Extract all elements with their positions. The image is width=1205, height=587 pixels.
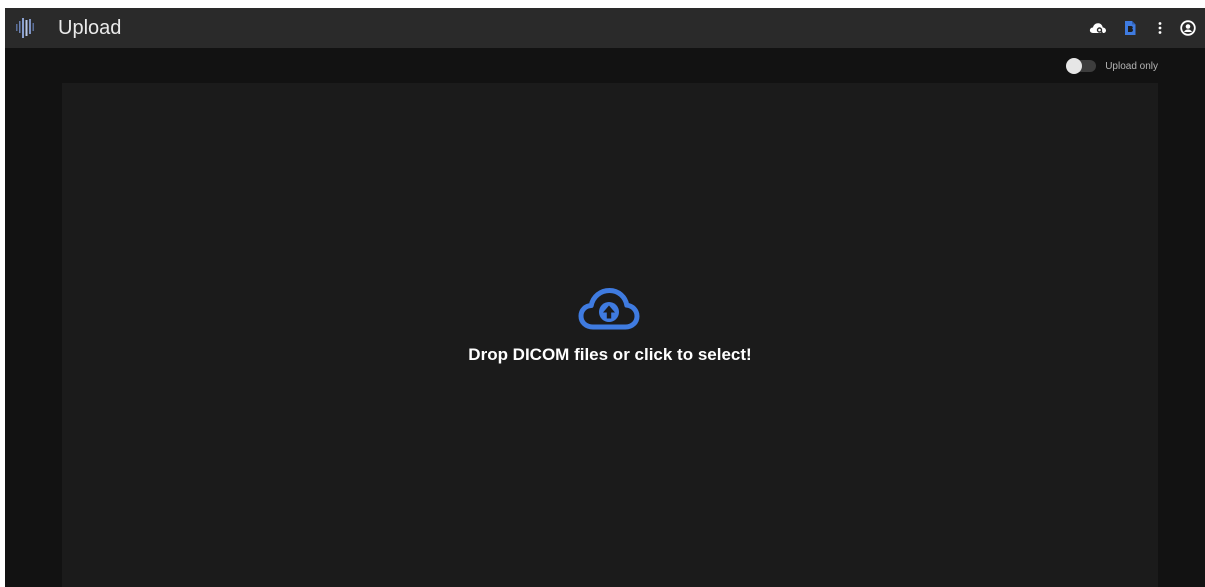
upload-only-toggle-row: Upload only — [1066, 57, 1158, 75]
app-bar: Upload — [5, 8, 1205, 48]
cloud-search-icon — [1089, 23, 1106, 34]
upload-only-label: Upload only — [1105, 60, 1158, 72]
file-button[interactable] — [1121, 19, 1139, 37]
account-button[interactable] — [1179, 19, 1197, 37]
page-title: Upload — [58, 17, 122, 39]
drop-zone-instructions: Drop DICOM files or click to select! — [468, 345, 752, 364]
more-vertical-icon — [1158, 22, 1162, 34]
cloud-search-button[interactable] — [1089, 19, 1107, 37]
more-menu-button[interactable] — [1151, 19, 1169, 37]
cloud-upload-icon — [578, 288, 640, 330]
account-circle-icon — [1180, 20, 1196, 36]
app-window: Upload Upload only Drop DICOM files or c… — [5, 8, 1205, 587]
dicom-drop-zone[interactable]: Drop DICOM files or click to select! — [62, 83, 1158, 587]
file-icon — [1125, 21, 1136, 35]
waveform-logo-icon[interactable] — [15, 18, 37, 38]
toggle-thumb — [1066, 58, 1083, 74]
upload-only-toggle[interactable] — [1066, 58, 1097, 74]
